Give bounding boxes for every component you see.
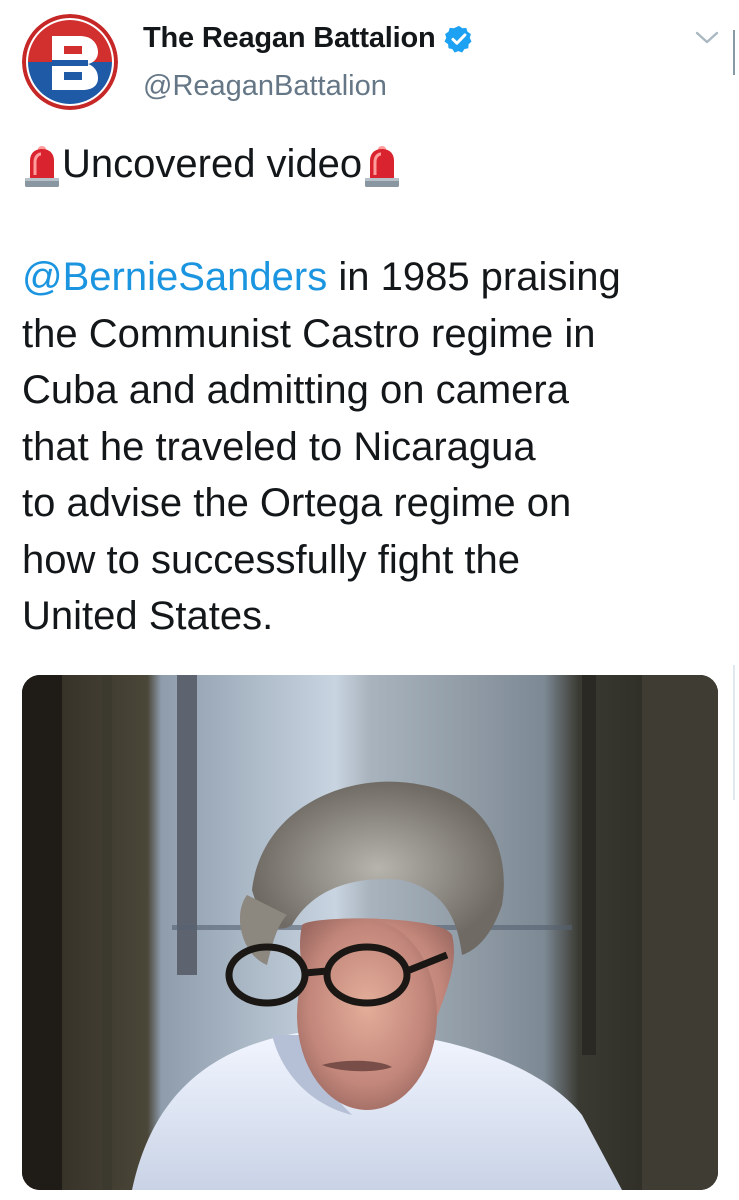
tweet-body: @BernieSanders in 1985 praising the Comm… <box>22 249 722 645</box>
avatar[interactable] <box>22 14 118 110</box>
tweet-headline: Uncovered video <box>62 141 363 186</box>
tweet-line: @BernieSanders in 1985 praising <box>22 255 621 299</box>
display-name[interactable]: The Reagan Battalion <box>143 22 436 55</box>
tweet-header: The Reagan Battalion @ReaganBattalion <box>0 0 739 120</box>
police-siren-icon <box>22 141 62 189</box>
tweet-line: United States. <box>22 594 274 638</box>
account-handle[interactable]: @ReaganBattalion <box>143 70 387 103</box>
tweet-line: how to successfully fight the <box>22 537 521 582</box>
chevron-down-icon[interactable] <box>693 28 721 48</box>
tweet-line: to advise the Ortega regime on <box>22 481 572 525</box>
divider <box>733 665 735 800</box>
video-frame-image <box>22 675 718 1190</box>
video-thumbnail[interactable] <box>22 675 718 1190</box>
tweet-text: Uncovered video @BernieSanders in 1985 p… <box>22 136 722 645</box>
tweet-line: the Communist Castro regime in <box>22 311 596 356</box>
tweet-line: Cuba and admitting on camera <box>22 368 569 412</box>
tweet-line: that he traveled to Nicaragua <box>22 424 536 469</box>
tweet-headline-line: Uncovered video <box>22 136 722 192</box>
police-siren-icon <box>362 141 402 189</box>
reagan-battalion-logo-icon <box>22 14 118 110</box>
scrollbar[interactable] <box>733 30 735 75</box>
mention-link[interactable]: @BernieSanders <box>22 255 327 299</box>
verified-badge-icon <box>444 24 474 54</box>
